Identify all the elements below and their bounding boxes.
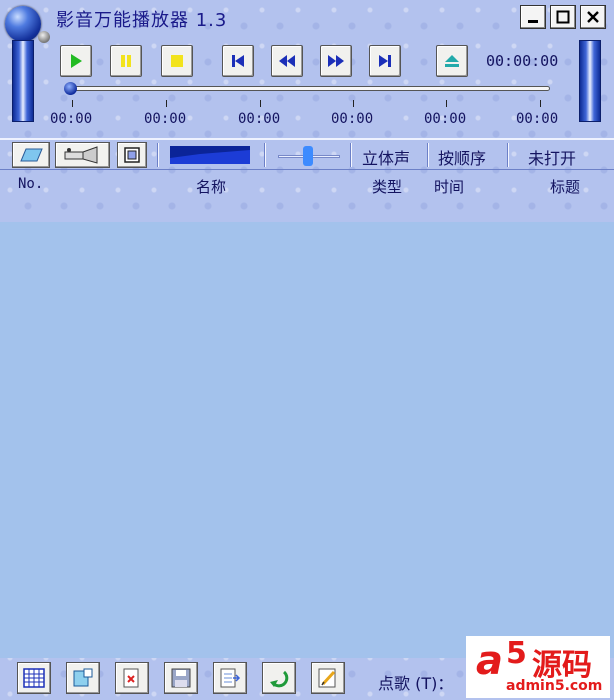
progress-tick bbox=[540, 100, 541, 107]
add-file-icon bbox=[73, 668, 93, 687]
progress-tick bbox=[353, 100, 354, 107]
left-level-meter bbox=[12, 40, 34, 122]
total-time: 00:00:00 bbox=[486, 52, 559, 70]
minimize-icon bbox=[528, 20, 538, 23]
stop-button[interactable] bbox=[161, 45, 193, 77]
separator bbox=[507, 143, 509, 167]
title-bar[interactable]: 影音万能播放器 1.3 bbox=[0, 0, 614, 43]
list-arrow-icon bbox=[220, 668, 241, 688]
maximize-icon bbox=[556, 10, 570, 24]
right-level-meter bbox=[579, 40, 601, 122]
media-player-window: 影音万能播放器 1.3 00:00:00 00:00 00:00 00:00 0… bbox=[0, 0, 614, 700]
progress-tick-label: 00:00 bbox=[516, 111, 559, 127]
edit-button[interactable] bbox=[311, 662, 345, 694]
pause-icon bbox=[121, 55, 131, 67]
separator bbox=[350, 143, 352, 167]
progress-tick-label: 00:00 bbox=[424, 111, 467, 127]
play-order-button[interactable]: 按顺序 bbox=[438, 145, 486, 169]
watermark-logo: a 5 源码 admin5.com bbox=[466, 636, 610, 698]
rewind-button[interactable] bbox=[271, 45, 303, 77]
progress-tick bbox=[72, 100, 73, 107]
pin-icon bbox=[38, 31, 50, 43]
volume-knob[interactable] bbox=[302, 146, 313, 166]
progress-tick-label: 00:00 bbox=[144, 111, 187, 127]
horn-icon bbox=[64, 146, 97, 164]
open-file-icon bbox=[20, 148, 43, 162]
column-time[interactable]: 时间 bbox=[434, 176, 464, 197]
play-button[interactable] bbox=[60, 45, 92, 77]
eject-button[interactable] bbox=[436, 45, 468, 77]
pen-icon bbox=[318, 668, 336, 688]
stop-icon bbox=[171, 55, 183, 67]
separator bbox=[264, 143, 266, 167]
close-button[interactable] bbox=[580, 5, 606, 29]
maximize-button[interactable] bbox=[550, 5, 576, 29]
fast-forward-icon bbox=[328, 55, 344, 67]
screen-icon bbox=[124, 147, 140, 163]
next-track-icon bbox=[379, 55, 391, 67]
fullscreen-button[interactable] bbox=[117, 142, 147, 168]
column-name[interactable]: 名称 bbox=[196, 176, 226, 197]
playlist-header: No. 名称 类型 时间 标题 bbox=[0, 172, 614, 222]
stereo-button[interactable]: 立体声 bbox=[362, 145, 410, 169]
separator bbox=[157, 143, 159, 167]
delete-file-button[interactable] bbox=[115, 662, 149, 694]
secondary-toolbar: 立体声 按顺序 未打开 bbox=[0, 138, 614, 170]
previous-track-button[interactable] bbox=[222, 45, 254, 77]
separator bbox=[427, 143, 429, 167]
minimize-button[interactable] bbox=[520, 5, 546, 29]
column-type[interactable]: 类型 bbox=[372, 176, 402, 197]
progress-track[interactable] bbox=[68, 86, 550, 91]
playlist-grid-button[interactable] bbox=[17, 662, 51, 694]
rewind-icon bbox=[279, 55, 295, 67]
undo-arrow-icon bbox=[270, 670, 289, 688]
progress-tick-label: 00:00 bbox=[238, 111, 281, 127]
grid-list-icon bbox=[23, 668, 45, 688]
add-file-button[interactable] bbox=[66, 662, 100, 694]
column-title[interactable]: 标题 bbox=[550, 176, 580, 197]
open-file-button[interactable] bbox=[12, 142, 50, 168]
play-icon bbox=[71, 54, 82, 68]
playlist-area[interactable] bbox=[0, 222, 614, 658]
progress-tick-label: 00:00 bbox=[331, 111, 374, 127]
progress-tick bbox=[260, 100, 261, 107]
watermark-5: 5 bbox=[506, 636, 527, 671]
save-list-button[interactable] bbox=[164, 662, 198, 694]
delete-file-icon bbox=[123, 668, 139, 688]
pause-button[interactable] bbox=[110, 45, 142, 77]
previous-track-icon bbox=[232, 55, 244, 67]
globe-logo-icon bbox=[5, 6, 41, 42]
watermark-url: admin5.com bbox=[506, 678, 603, 694]
progress-knob[interactable] bbox=[64, 82, 77, 95]
save-disk-icon bbox=[171, 668, 191, 688]
status-label: 未打开 bbox=[528, 149, 577, 168]
song-request-label: 点歌 (T)： bbox=[378, 674, 454, 693]
progress-tick-label: 00:00 bbox=[50, 111, 93, 127]
progress-tick bbox=[166, 100, 167, 107]
fast-forward-button[interactable] bbox=[320, 45, 352, 77]
watermark-a: a bbox=[476, 638, 503, 684]
sort-list-button[interactable] bbox=[213, 662, 247, 694]
app-title: 影音万能播放器 1.3 bbox=[56, 10, 228, 31]
close-icon bbox=[587, 11, 599, 23]
column-no[interactable]: No. bbox=[18, 176, 43, 192]
eject-icon bbox=[445, 55, 459, 67]
next-track-button[interactable] bbox=[369, 45, 401, 77]
progress-tick bbox=[446, 100, 447, 107]
open-url-button[interactable] bbox=[55, 142, 110, 168]
undo-button[interactable] bbox=[262, 662, 296, 694]
equalizer-display bbox=[170, 146, 250, 164]
